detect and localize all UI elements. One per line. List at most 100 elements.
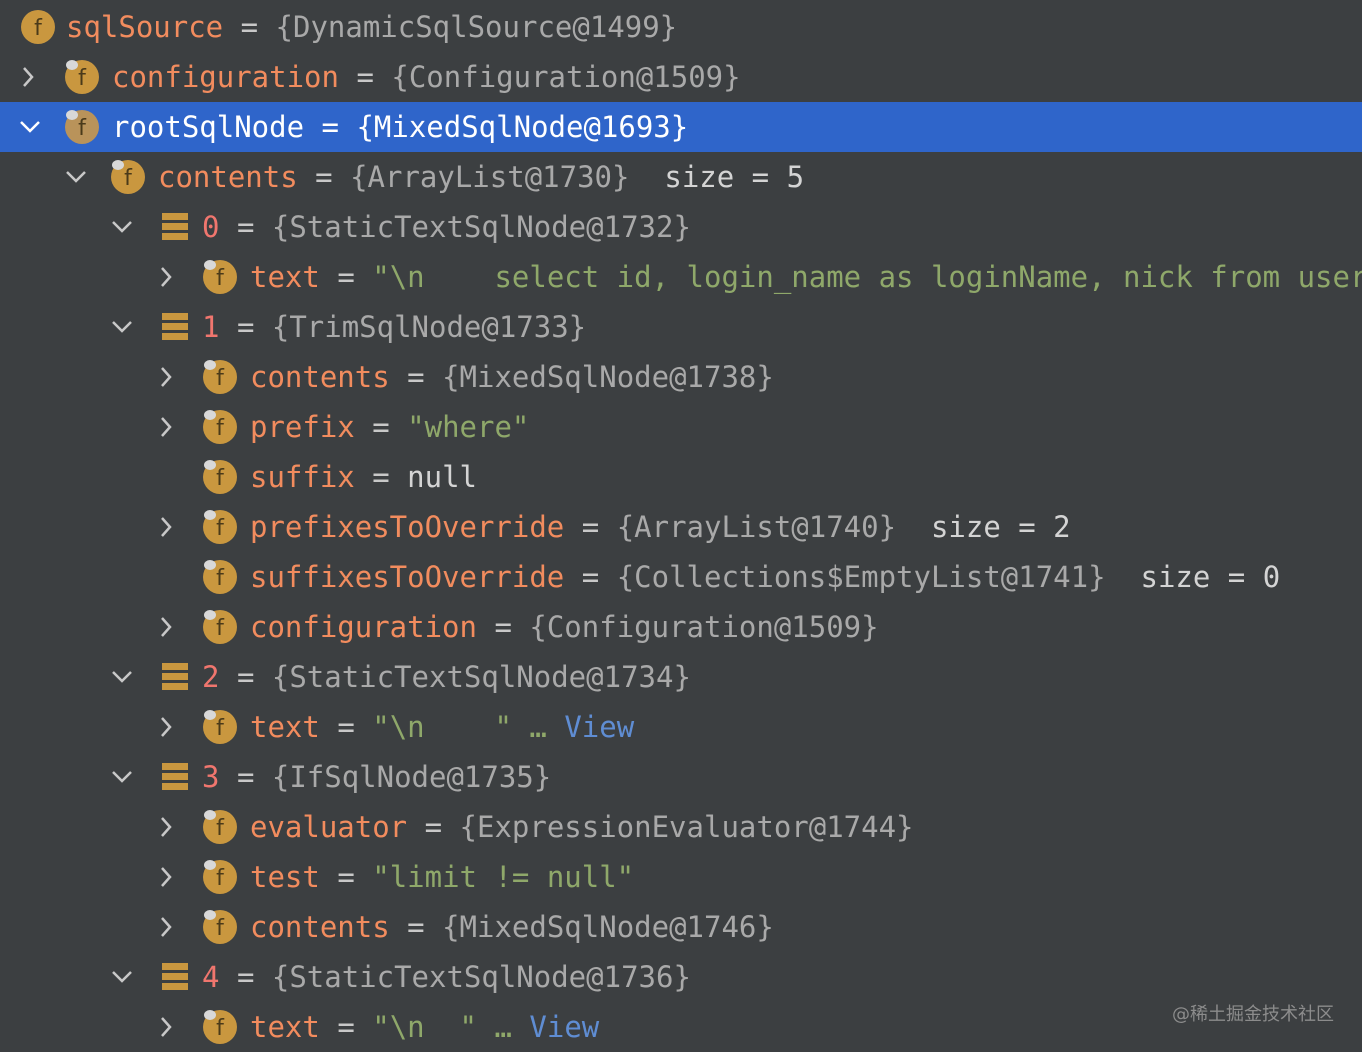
svg-text:f: f (216, 816, 225, 841)
field-icon: f (202, 709, 238, 745)
variable-line: test = "limit != null" (250, 852, 634, 902)
variable-line: contents = {MixedSqlNode@1738} (250, 352, 774, 402)
tree-row-contents[interactable]: f contents = {MixedSqlNode@1738} (0, 352, 1362, 402)
view-link[interactable]: View (564, 710, 634, 744)
tree-row-prefixesToOverride[interactable]: f prefixesToOverride = {ArrayList@1740} … (0, 502, 1362, 552)
field-icon: f (202, 809, 238, 845)
null-value: null (407, 460, 478, 494)
array-element-icon (160, 759, 196, 795)
view-link[interactable]: View (529, 1010, 599, 1044)
chevron-right-icon[interactable] (154, 902, 178, 952)
element-index: 1 (202, 310, 220, 344)
tree-row-element-2[interactable]: 2 = {StaticTextSqlNode@1734} (0, 652, 1362, 702)
equals-sign: = (372, 460, 390, 494)
field-icon: f (202, 859, 238, 895)
equals-sign: = (236, 210, 255, 244)
tree-row-text[interactable]: f text = "\n select id, login_name as lo… (0, 252, 1362, 302)
chevron-right-icon[interactable] (154, 802, 178, 852)
variable-name: test (250, 860, 320, 894)
svg-text:f: f (216, 466, 225, 491)
tree-row-configuration[interactable]: f configuration = {Configuration@1509} (0, 602, 1362, 652)
tree-row-evaluator[interactable]: f evaluator = {ExpressionEvaluator@1744} (0, 802, 1362, 852)
variable-value: {Configuration@1509} (391, 60, 741, 94)
chevron-down-icon[interactable] (64, 152, 88, 202)
chevron-down-icon[interactable] (110, 302, 134, 352)
tree-row-element-0[interactable]: 0 = {StaticTextSqlNode@1732} (0, 202, 1362, 252)
equals-sign: = (236, 310, 255, 344)
tree-row-text[interactable]: f text = "\n " … View (0, 1002, 1362, 1052)
chevron-right-icon[interactable] (154, 352, 178, 402)
chevron-right-icon[interactable] (16, 52, 40, 102)
variable-line: 2 = {StaticTextSqlNode@1734} (202, 652, 691, 702)
chevron-down-icon[interactable] (110, 952, 134, 1002)
chevron-right-icon[interactable] (154, 1002, 178, 1052)
variable-line: evaluator = {ExpressionEvaluator@1744} (250, 802, 914, 852)
variable-name: prefix (250, 410, 355, 444)
array-element-icon (160, 209, 196, 245)
equals-sign: = (494, 610, 512, 644)
variable-value: {MixedSqlNode@1738} (442, 360, 774, 394)
ellipsis: … (494, 1010, 512, 1044)
tree-row-contents[interactable]: f contents = {ArrayList@1730} size = 5 (0, 152, 1362, 202)
equals-sign: = (337, 260, 355, 294)
chevron-down-icon[interactable] (110, 752, 134, 802)
element-index: 0 (202, 210, 220, 244)
variable-name: configuration (250, 610, 477, 644)
tree-row-configuration[interactable]: f configuration = {Configuration@1509} (0, 52, 1362, 102)
tree-row-suffix[interactable]: f suffix = null (0, 452, 1362, 502)
variable-line: suffix = null (250, 452, 477, 502)
tree-row-element-3[interactable]: 3 = {IfSqlNode@1735} (0, 752, 1362, 802)
tree-row-element-4[interactable]: 4 = {StaticTextSqlNode@1736} (0, 952, 1362, 1002)
tree-row-text[interactable]: f text = "\n " … View (0, 702, 1362, 752)
equals-sign: = (315, 160, 333, 194)
chevron-right-icon[interactable] (154, 252, 178, 302)
field-icon: f (202, 459, 238, 495)
chevron-right-icon[interactable] (154, 602, 178, 652)
equals-sign: = (372, 410, 390, 444)
debugger-variables-tree: f sqlSource = {DynamicSqlSource@1499} f … (0, 0, 1362, 1052)
variable-name: suffix (250, 460, 355, 494)
tree-row-element-1[interactable]: 1 = {TrimSqlNode@1733} (0, 302, 1362, 352)
tree-row-suffixesToOverride[interactable]: f suffixesToOverride = {Collections$Empt… (0, 552, 1362, 602)
tree-row-prefix[interactable]: f prefix = "where" (0, 402, 1362, 452)
equals-sign: = (321, 110, 339, 144)
element-index: 3 (202, 760, 220, 794)
field-icon: f (202, 559, 238, 595)
variable-value: {StaticTextSqlNode@1734} (271, 660, 691, 694)
variable-value: {MixedSqlNode@1693} (356, 110, 689, 144)
svg-text:f: f (216, 866, 225, 891)
field-icon: f (202, 509, 238, 545)
svg-text:f: f (78, 66, 87, 91)
variable-line: configuration = {Configuration@1509} (112, 52, 741, 102)
equals-sign: = (236, 760, 255, 794)
tree-row-test[interactable]: f test = "limit != null" (0, 852, 1362, 902)
variable-value: {MixedSqlNode@1746} (442, 910, 774, 944)
svg-text:f: f (216, 716, 225, 741)
equals-sign: = (337, 1010, 355, 1044)
equals-sign: = (337, 860, 355, 894)
field-icon: f (20, 9, 56, 45)
size-info: size = 2 (930, 510, 1071, 544)
variable-value: {StaticTextSqlNode@1732} (271, 210, 691, 244)
tree-row-contents[interactable]: f contents = {MixedSqlNode@1746} (0, 902, 1362, 952)
field-icon: f (202, 609, 238, 645)
element-index: 2 (202, 660, 220, 694)
chevron-down-icon[interactable] (110, 652, 134, 702)
variable-value: {ExpressionEvaluator@1744} (459, 810, 914, 844)
tree-row-sqlSource[interactable]: f sqlSource = {DynamicSqlSource@1499} (0, 2, 1362, 52)
tree-row-rootSqlNode[interactable]: f rootSqlNode = {MixedSqlNode@1693} (0, 102, 1362, 152)
array-element-icon (160, 309, 196, 345)
chevron-right-icon[interactable] (154, 702, 178, 752)
chevron-down-icon[interactable] (18, 102, 42, 152)
variable-line: 4 = {StaticTextSqlNode@1736} (202, 952, 691, 1002)
svg-text:f: f (216, 1016, 225, 1041)
chevron-right-icon[interactable] (154, 502, 178, 552)
size-info: size = 0 (1140, 560, 1281, 594)
chevron-right-icon[interactable] (154, 852, 178, 902)
variable-name: configuration (112, 60, 339, 94)
field-icon: f (202, 909, 238, 945)
field-icon: f (110, 159, 146, 195)
chevron-right-icon[interactable] (154, 402, 178, 452)
variable-line: text = "\n select id, login_name as logi… (250, 252, 1362, 302)
chevron-down-icon[interactable] (110, 202, 134, 252)
